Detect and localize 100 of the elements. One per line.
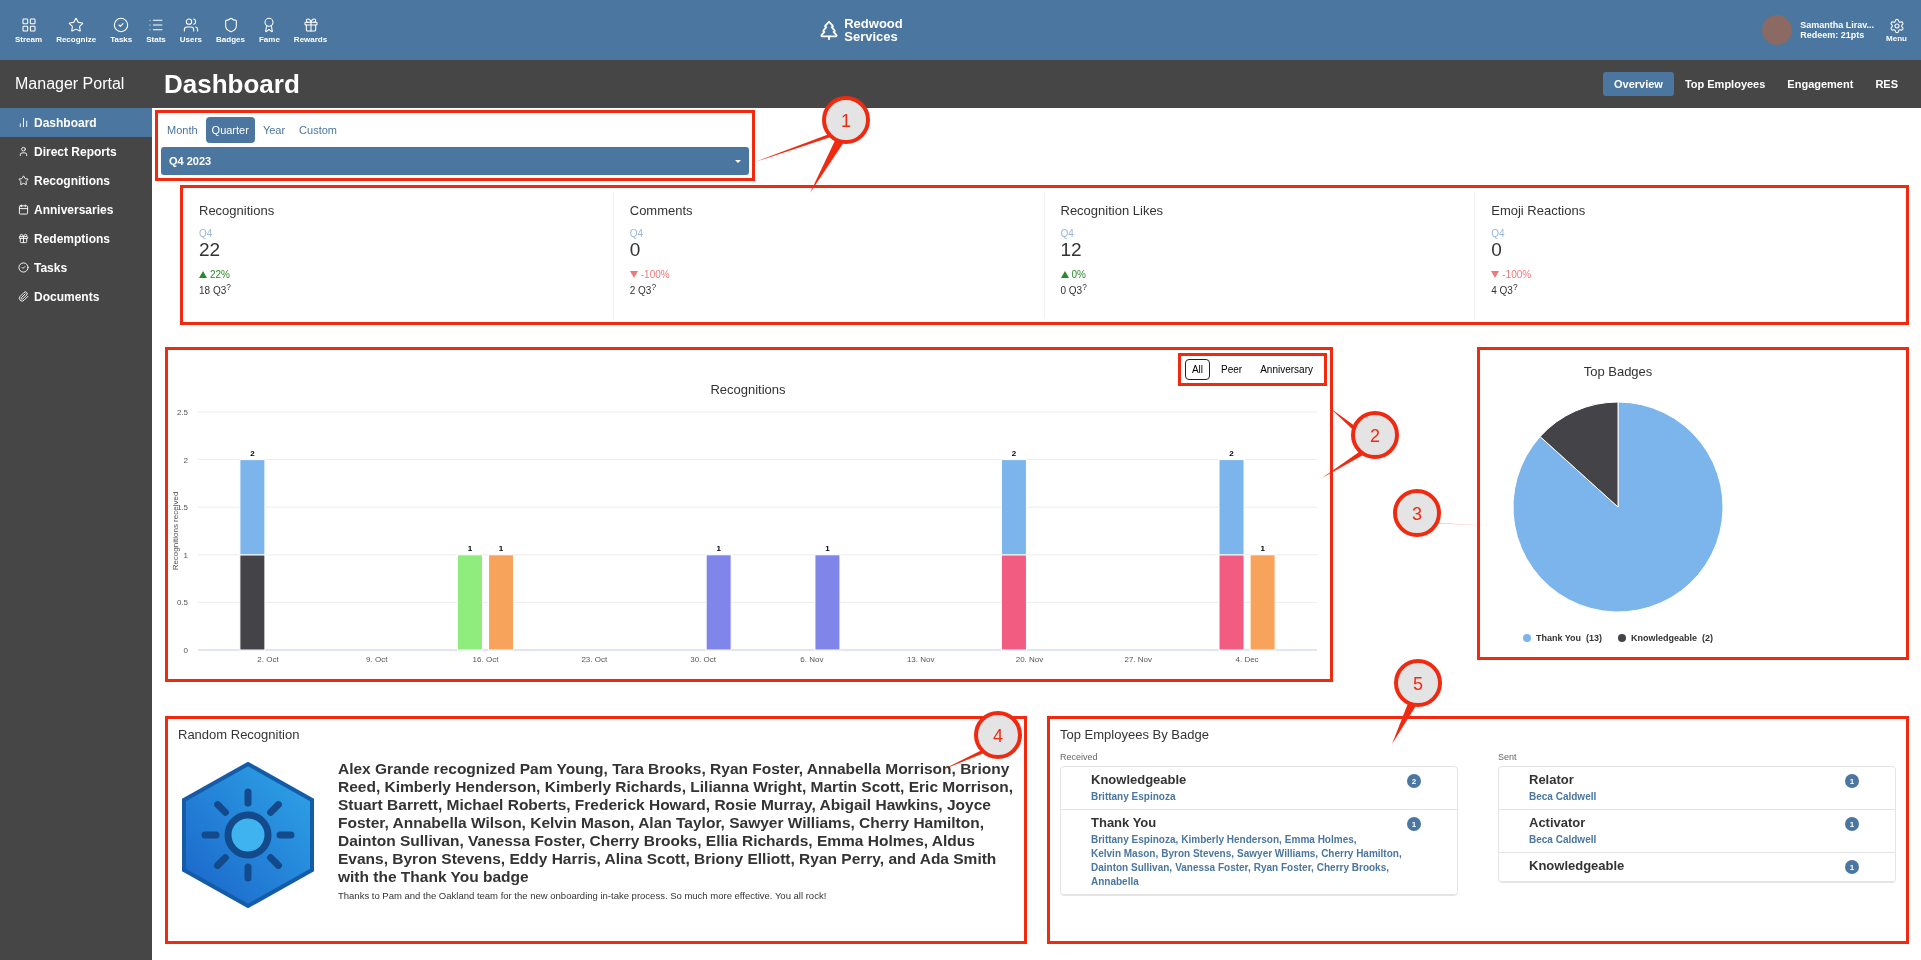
axis-tick-label: 2.5 [176,408,188,417]
count-badge: 1 [1845,817,1859,831]
badge-title: Knowledgeable [1091,772,1187,787]
axis-tick-label: 23. Oct [581,655,608,664]
sidebar-item[interactable]: Tasks [0,253,152,282]
count-badge: 1 [1845,860,1859,874]
employee-link[interactable]: Byron Stevens, [1161,847,1235,861]
employee-link[interactable]: Brittany Espinoza, [1091,833,1179,847]
badge-title: Knowledgeable [1529,858,1625,873]
count-badge: 1 [1407,817,1421,831]
nav-icon [182,16,199,33]
header-tab[interactable]: Top Employees [1673,72,1777,96]
stat-title: Comments [629,203,694,218]
axis-tick-label: 1 [183,550,188,560]
up-triangle-icon [1060,271,1069,278]
nav-item[interactable]: Users [174,16,208,44]
sidebar-icon [18,291,29,302]
previous-value: 18 Q3$^{?}$ [199,282,232,297]
quarter-select[interactable]: Q4 2023 [161,147,749,175]
sidebar-item[interactable]: Redemptions [0,224,152,253]
nav-item[interactable]: Stream [10,16,48,44]
menu-button[interactable]: Menu [1882,17,1911,43]
stat-change: -100% [1491,269,1889,280]
employee-link[interactable]: Kelvin Mason, [1091,847,1159,861]
axis-tick-label: 16. Oct [472,655,499,664]
employee-link[interactable]: Vanessa Foster, [1175,861,1251,875]
stat-value: 22 [199,239,222,261]
nav-item[interactable]: Recognize [51,16,102,44]
employee-link[interactable]: Annabella [1091,875,1139,889]
employee-link[interactable]: Ryan Foster, [1253,861,1314,875]
stat-value: 12 [1060,239,1083,261]
legend-label[interactable]: Knowledgeable [1631,633,1698,643]
settings-icon [1888,17,1905,34]
sidebar-icon [18,233,29,244]
sidebar-item[interactable]: Direct Reports [0,137,152,166]
legend-label[interactable]: Thank You [1535,633,1582,643]
header-tab[interactable]: RES [1864,72,1909,96]
employee-link[interactable]: Beca Caldwell [1529,833,1597,847]
nav-item[interactable]: Fame [253,16,285,44]
period-tab[interactable]: Month [161,117,204,143]
sidebar-title: Manager Portal [14,74,126,94]
badge-title: Relator [1529,772,1574,787]
employee-link[interactable]: Cherry Hamilton, [1321,847,1402,861]
filter-toggle[interactable]: All [1184,359,1211,380]
column-heading: Sent [1498,752,1518,762]
data-label: 1 [1260,543,1265,553]
nav-icon [113,16,130,33]
nav-item[interactable]: Rewards [288,16,333,44]
panel-title: Top Employees By Badge [1060,727,1209,742]
sidebar-item[interactable]: Documents [0,282,152,311]
header-tab[interactable]: Overview [1602,72,1674,96]
stat-change: 22% [199,269,597,280]
period-tab[interactable]: Year [256,117,292,143]
employee-link[interactable]: Emma Holmes, [1284,833,1357,847]
data-label: 1 [498,543,504,553]
previous-value: 0 Q3$^{?}$ [1060,282,1088,297]
stat-title: Recognition Likes [1060,203,1165,218]
nav-item[interactable]: Badges [211,16,250,44]
employee-link[interactable]: Brittany Espinoza [1091,790,1176,804]
axis-tick-label: 2. Oct [257,655,279,664]
data-label: 1 [825,543,830,553]
employee-link[interactable]: Dainton Sullivan, [1091,861,1173,875]
header-tab[interactable]: Engagement [1776,72,1865,96]
caret-icon [735,159,741,163]
sidebar-item[interactable]: Dashboard [0,108,152,137]
axis-tick-label: 27. Nov [1124,655,1153,664]
nav-icon [20,16,37,33]
stat-change: -100% [629,269,1028,280]
employee-link[interactable]: Beca Caldwell [1529,790,1597,804]
chart-title: Recognitions [710,382,786,397]
sidebar-item[interactable]: Anniversaries [0,195,152,224]
nav-item[interactable]: Tasks [105,16,138,44]
nav-icon [222,16,239,33]
sidebar-item[interactable]: Recognitions [0,166,152,195]
employee-link[interactable]: Sawyer Williams, [1237,847,1319,861]
axis-tick-label: 9. Oct [366,655,388,664]
data-label: 1 [467,543,473,553]
column-heading: Received [1060,752,1099,762]
count-badge: 1 [1845,774,1859,788]
period-tab[interactable]: Quarter [205,117,255,143]
stat-period: Q4 [629,228,645,239]
axis-tick-label: 20. Nov [1015,655,1044,664]
nav-item[interactable]: Stats [141,16,171,44]
page-title: Dashboard [164,68,301,100]
legend-count: (2) [1702,633,1714,643]
points-balance: Redeem: 21pts [1800,30,1866,40]
stat-title: Recognitions [199,203,276,218]
legend-count: (13) [1586,633,1603,643]
previous-value: 4 Q3$^{?}$ [1491,282,1519,297]
panel-title: Random Recognition [178,727,300,742]
data-label: 2 [1229,448,1234,458]
period-tab[interactable]: Custom [293,117,343,143]
employee-link[interactable]: Kimberly Henderson, [1181,833,1282,847]
employee-link[interactable]: Cherry Brooks, [1316,861,1389,875]
stat-title: Emoji Reactions [1491,203,1587,218]
recognition-headline: Alex Grande recognized Pam Young, Tara Brooks, Ryan Foster, Annabella Morrison, Briony Reed, Kimberly Henderson, Kimberly Richards, Lilianna Wright, Martin Scott, Eric Morrison, Stuart Barrett, Michael Roberts, Frederick Howard, Rosie Murray, Abigail Hawkins, Joyce Foster, Annabella Wilson, Kelvin Mason, Alan Taylor, Sawyer Williams, Cherry Hamilton, Dainton Sullivan, Vanessa Foster, Cherry Brooks, Ellia Richards, Emma Holmes, Aldus Evans, Byron Stevens, Eddy Harris, Alina Scott, Briony Elliott, Ryan Perry, and Ada Smith with the Thank You badge [338,760,1014,886]
nav-icon [302,16,319,33]
avatar[interactable] [1762,15,1793,45]
down-triangle-icon [1491,271,1500,278]
axis-tick-label: 30. Oct [690,655,716,664]
